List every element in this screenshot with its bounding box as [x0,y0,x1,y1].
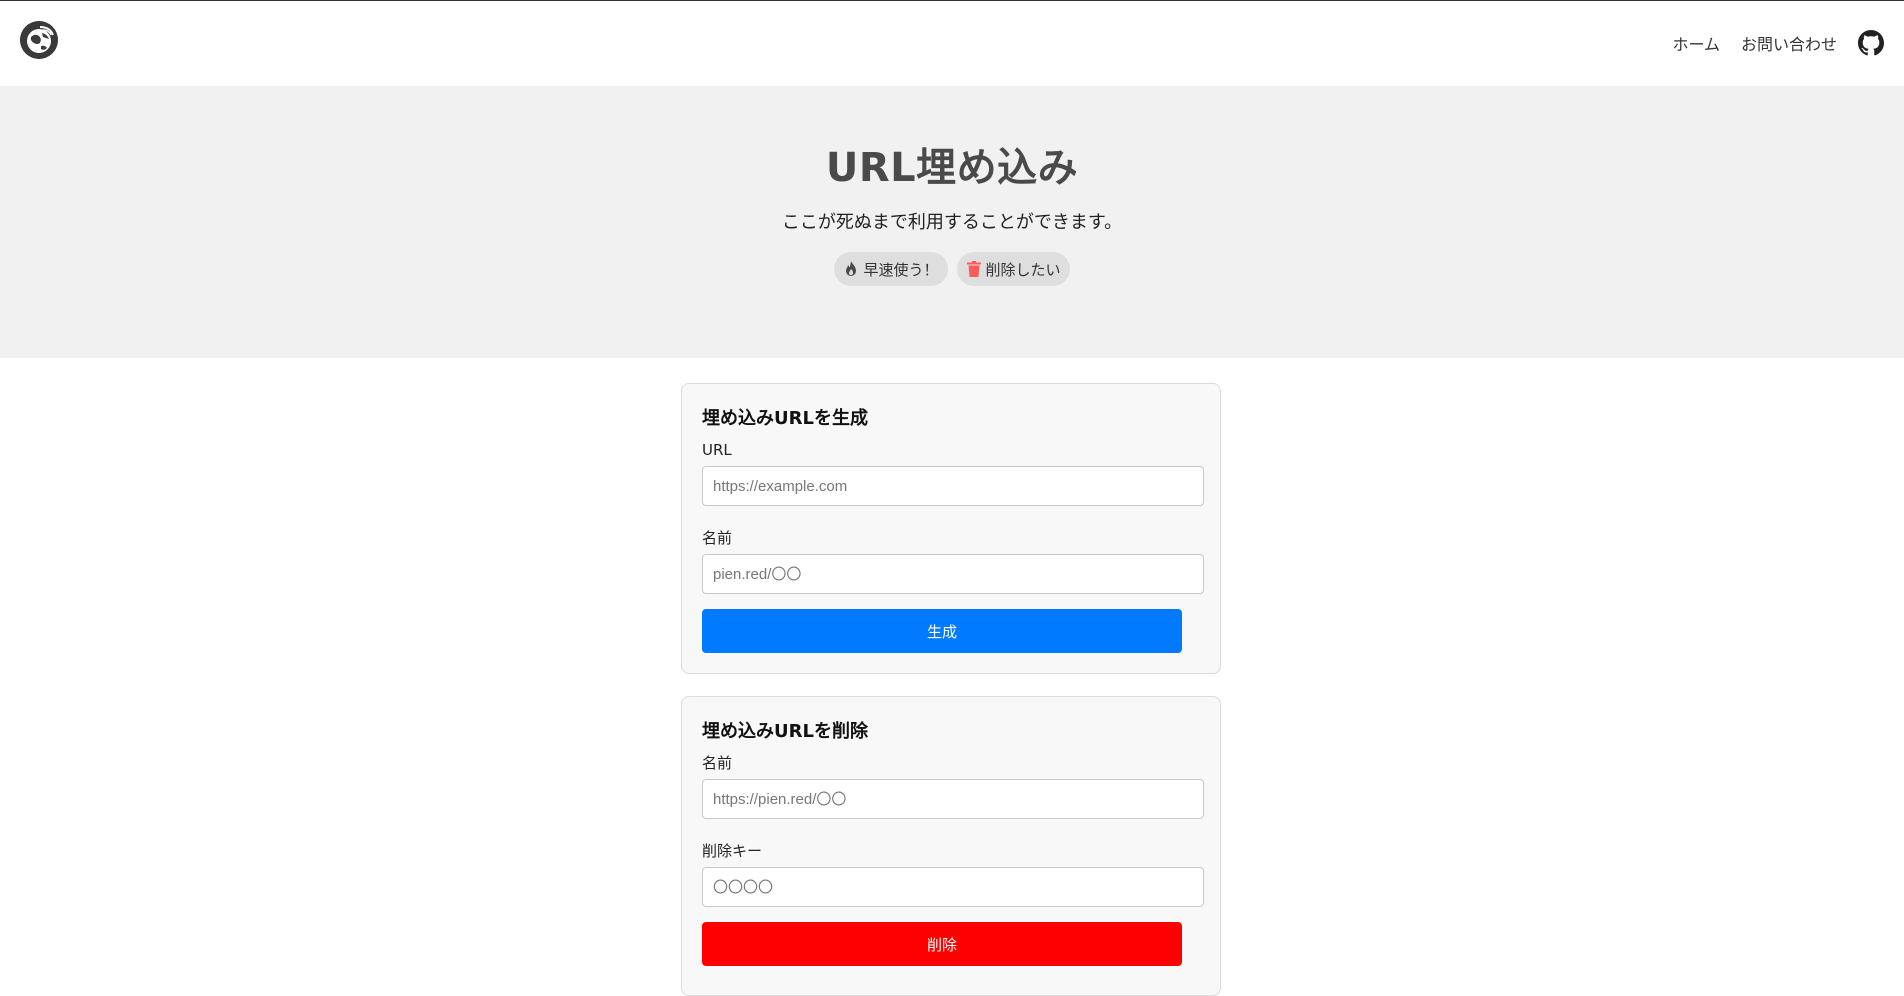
nav-link-home[interactable]: ホーム [1672,31,1720,55]
trash-icon [966,261,981,277]
delete-name-input[interactable] [702,779,1204,819]
generate-button[interactable]: 生成 [702,609,1182,653]
delete-button[interactable]: 削除 [702,922,1182,966]
github-icon[interactable] [1858,30,1884,56]
hero-section: URL埋め込み ここが死ぬまで利用することができます。 早速使う！ 削除したい [0,86,1904,358]
create-url-card: 埋め込みURLを生成 URL 名前 生成 [681,383,1221,674]
delete-url-card: 埋め込みURLを削除 名前 削除キー 削除 [681,696,1221,996]
page-subtitle: ここが死ぬまで利用することができます。 [781,212,1123,233]
delete-card-title: 埋め込みURLを削除 [702,721,868,742]
create-card-title: 埋め込みURLを生成 [702,408,868,429]
want-delete-label: 削除したい [985,260,1061,279]
url-label: URL [702,441,732,459]
delete-key-input[interactable] [702,867,1204,907]
use-now-button[interactable]: 早速使う！ [834,252,948,286]
name-input[interactable] [702,554,1204,594]
nav-link-contact[interactable]: お問い合わせ [1741,31,1837,55]
name-label: 名前 [702,529,733,547]
globe-logo-icon[interactable] [20,21,58,59]
delete-key-label: 削除キー [702,842,763,860]
top-nav: ホーム お問い合わせ [1672,30,1884,56]
hero-buttons: 早速使う！ 削除したい [0,252,1904,286]
page-title: URL埋め込み [825,145,1079,191]
site-header: ホーム お問い合わせ [0,1,1904,86]
fire-icon [846,261,857,276]
delete-name-label: 名前 [702,754,733,772]
use-now-label: 早速使う！ [863,260,939,279]
want-delete-button[interactable]: 削除したい [956,252,1070,286]
url-input[interactable] [702,466,1204,506]
